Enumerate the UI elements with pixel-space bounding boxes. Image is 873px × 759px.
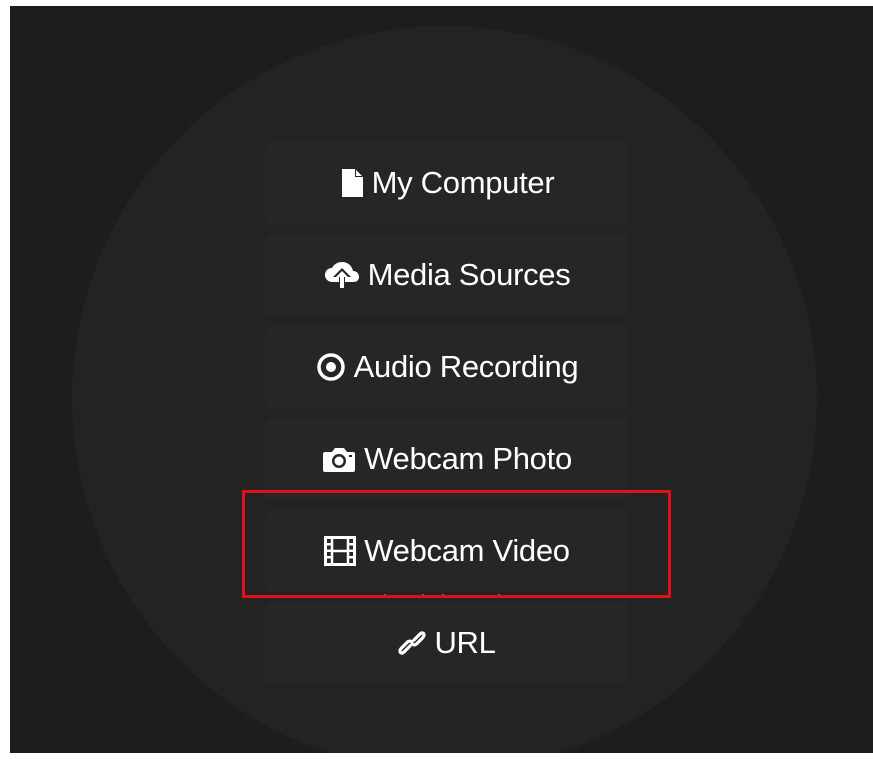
record-icon (316, 352, 346, 382)
webcam-photo-label: Webcam Photo (364, 441, 572, 476)
link-icon (398, 628, 427, 658)
file-icon (340, 168, 364, 198)
my-computer-button[interactable]: My Computer (265, 142, 629, 224)
divider-marks (384, 594, 504, 600)
url-button[interactable]: URL (265, 602, 629, 684)
media-sources-button[interactable]: Media Sources (265, 234, 629, 316)
my-computer-label: My Computer (371, 165, 555, 200)
webcam-video-button[interactable]: Webcam Video (265, 510, 629, 592)
cloud-upload-icon (324, 261, 360, 289)
url-label: URL (434, 625, 496, 660)
audio-recording-button[interactable]: Audio Recording (265, 326, 629, 408)
film-icon (324, 536, 357, 566)
audio-recording-label: Audio Recording (353, 349, 579, 384)
webcam-photo-button[interactable]: Webcam Photo (265, 418, 629, 500)
source-menu: My Computer Media Sources Audio Recordin… (265, 142, 631, 694)
upload-source-panel: My Computer Media Sources Audio Recordin… (10, 6, 873, 753)
media-sources-label: Media Sources (367, 257, 571, 292)
webcam-video-label: Webcam Video (364, 533, 570, 568)
camera-icon (322, 445, 356, 473)
